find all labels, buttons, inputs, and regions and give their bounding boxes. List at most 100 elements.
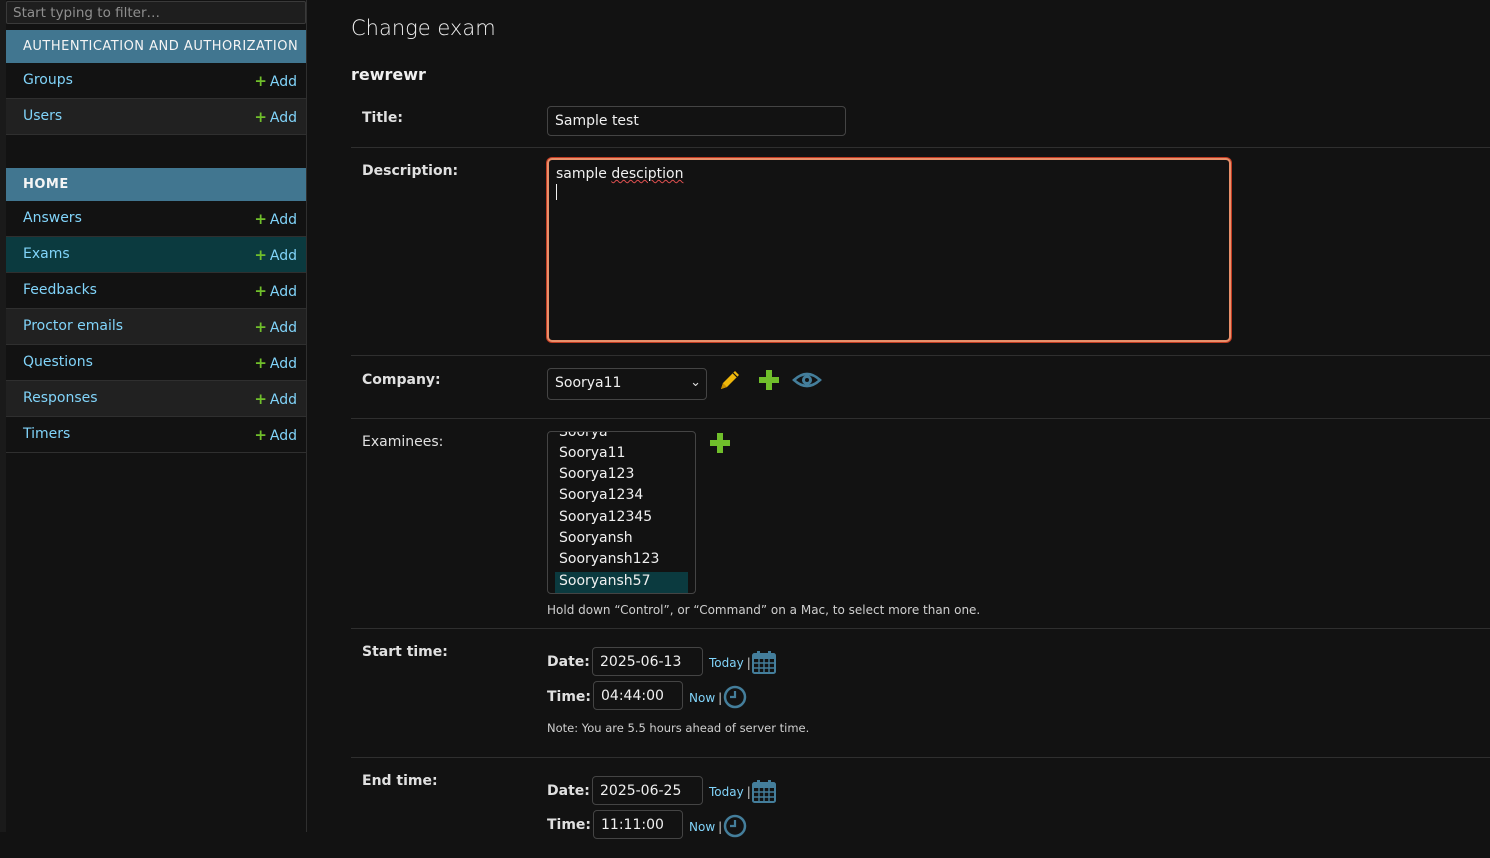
plus-icon: + bbox=[254, 72, 267, 90]
sidebar-filter-input[interactable] bbox=[6, 1, 306, 24]
end-time-field-label: Time: bbox=[547, 817, 592, 833]
sidebar-item-questions: Questions + Add bbox=[6, 345, 306, 381]
sidebar-item-groups: Groups + Add bbox=[6, 63, 306, 99]
end-time-label: End time: bbox=[362, 773, 438, 789]
end-date-label: Date: bbox=[547, 783, 590, 799]
add-users-link[interactable]: + Add bbox=[254, 108, 297, 126]
add-proctor-emails-link[interactable]: + Add bbox=[254, 318, 297, 336]
form-row-company: Company: Soorya11 ⌄ bbox=[351, 356, 1490, 419]
add-timers-link[interactable]: + Add bbox=[254, 426, 297, 444]
plus-icon: + bbox=[254, 426, 267, 444]
plus-icon: + bbox=[254, 210, 267, 228]
start-time-input[interactable] bbox=[593, 681, 683, 710]
app-header-label[interactable]: AUTHENTICATION AND AUTHORIZATION bbox=[23, 39, 298, 54]
object-name: rewrewr bbox=[351, 65, 426, 84]
model-link-responses[interactable]: Responses bbox=[23, 390, 98, 406]
add-exams-link[interactable]: + Add bbox=[254, 246, 297, 264]
examinee-option[interactable]: Soorya bbox=[555, 432, 688, 444]
plus-icon: + bbox=[254, 390, 267, 408]
nav-sidebar: AUTHENTICATION AND AUTHORIZATION Groups … bbox=[0, 0, 307, 832]
start-time-label: Start time: bbox=[362, 644, 448, 660]
timezone-note: Note: You are 5.5 hours ahead of server … bbox=[547, 721, 810, 735]
separator: | bbox=[718, 691, 723, 705]
model-link-questions[interactable]: Questions bbox=[23, 354, 93, 370]
examinee-option[interactable]: Sooryansh bbox=[555, 529, 688, 550]
app-header-auth[interactable]: AUTHENTICATION AND AUTHORIZATION bbox=[6, 30, 306, 63]
calendar-icon[interactable] bbox=[751, 649, 777, 675]
eye-icon[interactable] bbox=[792, 367, 822, 393]
add-feedbacks-link[interactable]: + Add bbox=[254, 282, 297, 300]
add-label: Add bbox=[269, 428, 297, 444]
plus-icon[interactable] bbox=[756, 367, 782, 393]
add-label: Add bbox=[269, 284, 297, 300]
add-questions-link[interactable]: + Add bbox=[254, 354, 297, 372]
clock-icon[interactable] bbox=[723, 814, 747, 838]
form-row-title: Title: bbox=[351, 96, 1490, 148]
examinees-multiselect[interactable]: Soorya Soorya11 Soorya123 Soorya1234 Soo… bbox=[547, 431, 696, 594]
today-label: Today bbox=[709, 656, 744, 670]
sidebar-item-responses: Responses + Add bbox=[6, 381, 306, 417]
examinee-option[interactable]: Soorya11 bbox=[555, 444, 688, 465]
model-link-proctor-emails[interactable]: Proctor emails bbox=[23, 318, 123, 334]
model-link-groups[interactable]: Groups bbox=[23, 72, 73, 88]
sidebar-item-answers: Answers + Add bbox=[6, 201, 306, 237]
app-header-label[interactable]: HOME bbox=[23, 177, 69, 192]
examinees-label: Examinees: bbox=[362, 434, 444, 450]
add-groups-link[interactable]: + Add bbox=[254, 72, 297, 90]
start-date-input[interactable] bbox=[592, 647, 703, 676]
model-link-answers[interactable]: Answers bbox=[23, 210, 82, 226]
plus-icon[interactable] bbox=[707, 430, 733, 456]
form-row-examinees: Examinees: Soorya Soorya11 Soorya123 Soo… bbox=[351, 419, 1490, 629]
sidebar-item-timers: Timers + Add bbox=[6, 417, 306, 453]
plus-icon: + bbox=[254, 318, 267, 336]
start-now-link[interactable]: Now | bbox=[689, 691, 722, 705]
examinees-help-text: Hold down “Control”, or “Command” on a M… bbox=[547, 603, 981, 617]
add-label: Add bbox=[269, 356, 297, 372]
description-textarea[interactable]: sample desciption bbox=[547, 158, 1231, 342]
examinee-option-selected[interactable]: Sooryansh57 bbox=[555, 572, 688, 593]
title-input[interactable] bbox=[547, 106, 846, 136]
sidebar-item-proctor-emails: Proctor emails + Add bbox=[6, 309, 306, 345]
add-answers-link[interactable]: + Add bbox=[254, 210, 297, 228]
model-link-exams[interactable]: Exams bbox=[23, 246, 70, 262]
app-header-home[interactable]: HOME bbox=[6, 168, 306, 201]
examinee-option[interactable]: Sooryansh123 bbox=[555, 550, 688, 571]
start-time-field-label: Time: bbox=[547, 689, 592, 705]
add-label: Add bbox=[269, 248, 297, 264]
misspelled-word: desciption bbox=[611, 166, 684, 182]
add-label: Add bbox=[269, 392, 297, 408]
main-content: Change exam rewrewr Title: Description: … bbox=[307, 0, 1490, 839]
plus-icon: + bbox=[254, 354, 267, 372]
examinee-option[interactable]: Soorya12345 bbox=[555, 508, 688, 529]
sidebar-item-feedbacks: Feedbacks + Add bbox=[6, 273, 306, 309]
pencil-icon[interactable] bbox=[717, 367, 743, 393]
calendar-icon[interactable] bbox=[751, 778, 777, 804]
start-today-link[interactable]: Today | bbox=[709, 656, 751, 670]
model-link-timers[interactable]: Timers bbox=[23, 426, 70, 442]
now-label: Now bbox=[689, 691, 716, 705]
examinee-option[interactable]: Soorya123 bbox=[555, 465, 688, 486]
description-label: Description: bbox=[362, 163, 459, 179]
add-label: Add bbox=[269, 110, 297, 126]
end-time-input[interactable] bbox=[593, 810, 683, 839]
chevron-down-icon: ⌄ bbox=[690, 375, 701, 390]
description-text: sample desciption bbox=[556, 165, 1222, 183]
plus-icon: + bbox=[254, 246, 267, 264]
model-link-feedbacks[interactable]: Feedbacks bbox=[23, 282, 97, 298]
company-select[interactable]: Soorya11 ⌄ bbox=[547, 368, 707, 400]
add-responses-link[interactable]: + Add bbox=[254, 390, 297, 408]
clock-icon[interactable] bbox=[723, 685, 747, 709]
examinee-option[interactable]: Soorya1234 bbox=[555, 486, 688, 507]
add-label: Add bbox=[269, 320, 297, 336]
add-label: Add bbox=[269, 212, 297, 228]
company-selected-value: Soorya11 bbox=[555, 375, 622, 391]
end-date-input[interactable] bbox=[592, 776, 703, 805]
plus-icon: + bbox=[254, 282, 267, 300]
company-label: Company: bbox=[362, 372, 441, 388]
form-row-end-time: End time: Date: Today| Time: Now| bbox=[351, 758, 1490, 858]
model-link-users[interactable]: Users bbox=[23, 108, 62, 124]
today-label: Today bbox=[709, 785, 744, 799]
sidebar-item-exams: Exams + Add bbox=[6, 237, 306, 273]
form-row-description: Description: sample desciption bbox=[351, 148, 1490, 356]
end-today-link[interactable]: Today | bbox=[709, 785, 751, 799]
